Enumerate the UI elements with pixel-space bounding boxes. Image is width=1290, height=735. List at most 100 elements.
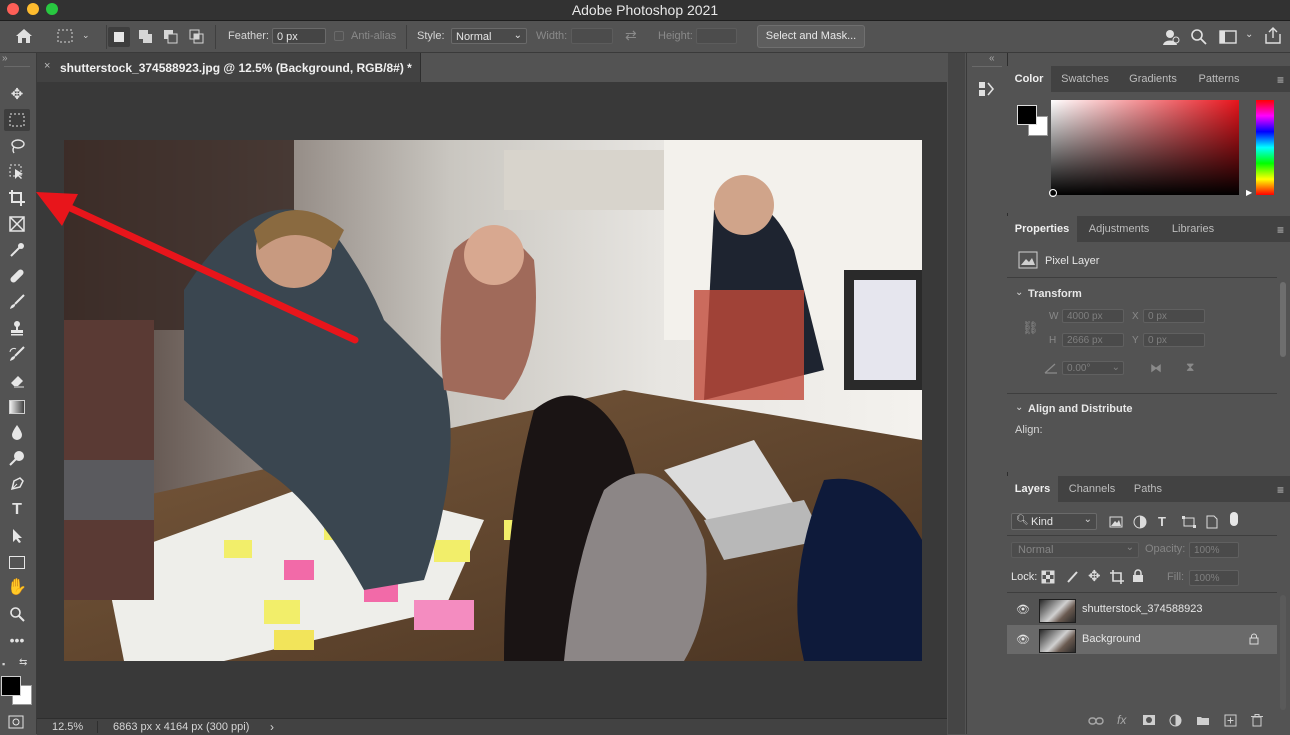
layer-row[interactable]: 👁︎ shutterstock_374588923 [1007, 595, 1277, 624]
lock-position-icon[interactable]: ✥ [1088, 567, 1101, 585]
new-layer-icon[interactable] [1224, 714, 1237, 727]
panel-menu-icon[interactable]: ≡ [1277, 483, 1284, 497]
pen-tool[interactable] [4, 473, 30, 495]
anti-alias-checkbox[interactable] [334, 31, 344, 41]
search-icon[interactable] [1190, 28, 1208, 46]
flip-vertical-icon[interactable]: ⧗ [1186, 360, 1194, 375]
more-tools-button[interactable]: ••• [4, 629, 30, 651]
flip-horizontal-icon[interactable]: ⧓ [1150, 361, 1162, 375]
chevron-down-icon[interactable]: ⌄ [82, 30, 90, 41]
type-tool[interactable]: T [4, 499, 30, 521]
tab-adjustments[interactable]: Adjustments [1081, 216, 1157, 242]
filter-toggle-switch[interactable] [1230, 512, 1238, 526]
layer-row-selected[interactable]: 👁︎ Background [1007, 625, 1277, 654]
foreground-color-chip[interactable] [1017, 105, 1037, 125]
swap-colors-icon[interactable]: ⇆ [19, 657, 27, 668]
new-adjustment-layer-icon[interactable] [1169, 714, 1182, 727]
share-export-icon[interactable] [1264, 27, 1282, 45]
new-group-folder-icon[interactable] [1196, 715, 1210, 726]
align-distribute-section-title[interactable]: Align and Distribute [1028, 403, 1133, 415]
hue-slider-handle-icon[interactable]: ▶ [1246, 188, 1252, 197]
tab-gradients[interactable]: Gradients [1120, 66, 1186, 92]
collapse-double-chevron-icon[interactable]: « [989, 53, 995, 64]
trash-icon[interactable] [1251, 714, 1263, 727]
opacity-input[interactable]: 100% [1189, 542, 1239, 558]
document-tab[interactable]: × shutterstock_374588923.jpg @ 12.5% (Ba… [37, 53, 421, 82]
chevron-down-icon[interactable]: ⌄ [1015, 287, 1023, 298]
transform-width-input[interactable]: 4000 px [1062, 309, 1124, 323]
eye-icon[interactable]: 👁︎ [1016, 633, 1030, 646]
lock-artboard-icon[interactable] [1109, 569, 1125, 585]
hue-slider[interactable] [1256, 100, 1274, 195]
add-to-selection-icon[interactable] [138, 29, 154, 45]
move-tool[interactable]: ✥ [4, 84, 30, 106]
gradient-tool[interactable] [4, 395, 30, 417]
home-icon[interactable] [14, 27, 34, 45]
chevron-right-icon[interactable]: › [270, 720, 274, 734]
transform-section-title[interactable]: Transform [1028, 288, 1082, 300]
lock-image-pixels-icon[interactable] [1065, 570, 1079, 584]
link-layers-icon[interactable] [1088, 716, 1104, 726]
eyedropper-tool[interactable] [4, 239, 30, 261]
lasso-tool[interactable] [4, 135, 30, 157]
rotation-angle-input[interactable]: 0.00° ⌄ [1062, 361, 1124, 375]
height-input[interactable] [696, 28, 737, 44]
default-colors-icon[interactable]: ▪ [2, 659, 5, 669]
frame-tool[interactable] [4, 213, 30, 235]
brush-tool[interactable] [4, 291, 30, 313]
lock-all-icon[interactable] [1132, 569, 1144, 583]
tab-color[interactable]: Color [1007, 66, 1051, 92]
feather-input[interactable]: 0 px [272, 28, 326, 44]
workspace-icon[interactable] [1219, 29, 1239, 45]
transform-height-input[interactable]: 2666 px [1062, 333, 1124, 347]
subtract-from-selection-icon[interactable] [163, 29, 179, 45]
tab-layers[interactable]: Layers [1007, 476, 1058, 502]
layer-filter-kind-select[interactable]: 🔍︎ Kind ⌄ [1011, 513, 1097, 530]
filter-pixel-icon[interactable] [1109, 516, 1123, 528]
tab-paths[interactable]: Paths [1127, 476, 1169, 502]
history-brush-tool[interactable] [4, 343, 30, 365]
object-selection-tool[interactable] [4, 161, 30, 183]
crop-tool[interactable] [4, 187, 30, 209]
link-icon[interactable]: ⛓ [1022, 320, 1039, 336]
spot-healing-brush-tool[interactable] [4, 265, 30, 287]
transform-x-input[interactable]: 0 px [1143, 309, 1205, 323]
blend-mode-select[interactable]: Normal ⌄ [1011, 542, 1139, 558]
chevron-down-icon[interactable]: ⌄ [1015, 402, 1023, 413]
eye-icon[interactable]: 👁︎ [1016, 603, 1030, 616]
hand-tool[interactable]: ✋ [4, 577, 30, 599]
marquee-preset-icon[interactable] [56, 28, 76, 44]
width-input[interactable] [571, 28, 613, 44]
foreground-color-swatch[interactable] [1, 676, 21, 696]
dodge-tool[interactable] [4, 447, 30, 469]
rectangle-tool[interactable] [4, 551, 30, 573]
share-user-icon[interactable] [1161, 27, 1181, 47]
panel-menu-icon[interactable]: ≡ [1277, 73, 1284, 87]
history-panel-icon[interactable] [977, 79, 997, 99]
add-mask-icon[interactable] [1142, 714, 1156, 726]
transform-y-input[interactable]: 0 px [1143, 333, 1205, 347]
lock-transparent-pixels-icon[interactable] [1041, 570, 1055, 584]
style-select[interactable]: Normal ⌄ [451, 28, 527, 44]
intersect-selection-icon[interactable] [189, 29, 205, 45]
filter-shape-icon[interactable] [1182, 516, 1196, 528]
chevron-down-icon[interactable]: ⌄ [1245, 29, 1253, 40]
panel-menu-icon[interactable]: ≡ [1277, 223, 1284, 237]
fill-input[interactable]: 100% [1189, 570, 1239, 586]
close-tab-icon[interactable]: × [44, 60, 50, 72]
quick-mask-icon[interactable] [8, 715, 24, 729]
zoom-level[interactable]: 12.5% [52, 721, 83, 733]
fx-icon[interactable]: fx [1117, 713, 1126, 727]
select-and-mask-button[interactable]: Select and Mask... [757, 25, 865, 48]
collapse-double-chevron-icon[interactable]: » [2, 53, 8, 64]
clone-stamp-tool[interactable] [4, 317, 30, 339]
filter-type-icon[interactable]: T [1158, 514, 1166, 529]
eraser-tool[interactable] [4, 369, 30, 391]
new-selection-button[interactable] [108, 27, 130, 47]
tab-properties[interactable]: Properties [1007, 216, 1077, 242]
filter-smart-object-icon[interactable] [1206, 515, 1218, 529]
swap-dimensions-icon[interactable]: ⇄ [625, 27, 637, 44]
zoom-tool[interactable] [4, 603, 30, 625]
tab-patterns[interactable]: Patterns [1189, 66, 1249, 92]
filter-adjustment-icon[interactable] [1133, 515, 1147, 529]
